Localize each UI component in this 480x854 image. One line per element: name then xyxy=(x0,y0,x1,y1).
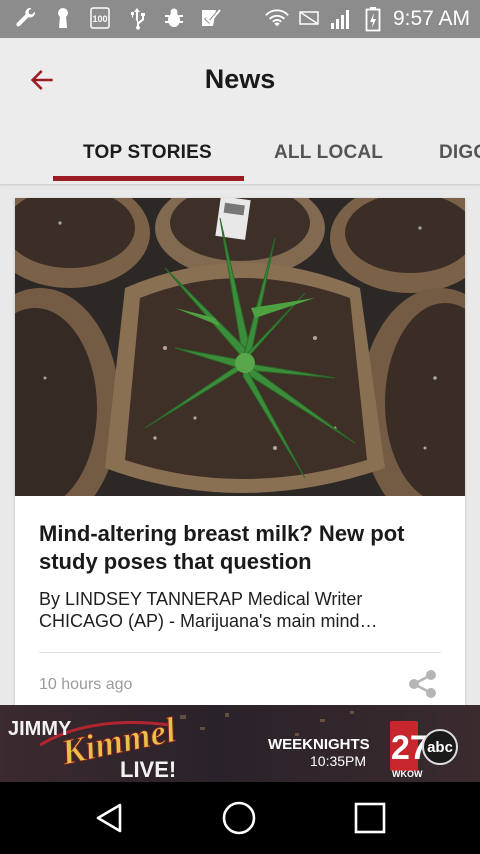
usb-icon xyxy=(125,6,149,30)
tab-top-stories[interactable]: TOP STORIES xyxy=(83,142,212,164)
ad-show-bottom: LIVE! xyxy=(120,757,176,782)
ad-air-time: 10:35PM xyxy=(310,753,366,769)
badge-100-text: 100 xyxy=(92,14,107,24)
card-divider xyxy=(39,652,441,653)
system-nav-bar xyxy=(0,782,480,854)
story-time-ago: 10 hours ago xyxy=(39,676,133,693)
status-bar: 100 9:57 AM xyxy=(0,0,480,38)
ad-station: WKOW xyxy=(392,769,423,779)
clock-time: 9:57 AM xyxy=(392,7,470,30)
tab-digg[interactable]: DIGG xyxy=(439,142,480,164)
story-card[interactable]: Mind-altering breast milk? New pot study… xyxy=(15,198,465,718)
active-tab-indicator xyxy=(53,176,244,181)
nav-home-button[interactable] xyxy=(215,796,263,840)
story-image xyxy=(15,198,465,496)
no-sim-icon xyxy=(297,7,321,31)
page-title: News xyxy=(204,64,276,94)
recents-square-icon xyxy=(354,802,386,834)
bug-icon xyxy=(162,6,186,30)
ad-artwork: JIMMY Kimmel LIVE! WEEKNIGHTS 10:35PM 27… xyxy=(0,705,480,782)
story-snippet: By LINDSEY TANNERAP Medical Writer CHICA… xyxy=(39,589,378,631)
wifi-icon xyxy=(265,7,289,31)
nav-recents-button[interactable] xyxy=(346,796,394,840)
keyhole-icon xyxy=(51,6,75,30)
badge-100-icon: 100 xyxy=(88,6,112,30)
signal-icon xyxy=(329,7,353,31)
system-status: 9:57 AM xyxy=(265,6,470,32)
ad-network: abc xyxy=(427,739,453,756)
share-button[interactable] xyxy=(407,668,439,700)
story-headline[interactable]: Mind-altering breast milk? New pot study… xyxy=(39,520,439,576)
checkbox-icon xyxy=(199,6,223,30)
ad-schedule: WEEKNIGHTS xyxy=(268,736,370,753)
tab-all-local[interactable]: ALL LOCAL xyxy=(274,142,383,164)
back-triangle-icon xyxy=(96,803,122,833)
battery-icon xyxy=(361,7,385,32)
home-circle-icon xyxy=(222,801,256,835)
notification-icons: 100 xyxy=(14,6,223,30)
wrench-icon xyxy=(14,6,38,30)
category-tabs: TOP STORIES ALL LOCAL DIGG xyxy=(0,128,480,184)
share-icon xyxy=(409,670,436,698)
nav-back-button[interactable] xyxy=(85,796,133,840)
app-bar: News TOP STORIES ALL LOCAL DIGG xyxy=(0,38,480,184)
ad-banner[interactable]: JIMMY Kimmel LIVE! WEEKNIGHTS 10:35PM 27… xyxy=(0,705,480,782)
